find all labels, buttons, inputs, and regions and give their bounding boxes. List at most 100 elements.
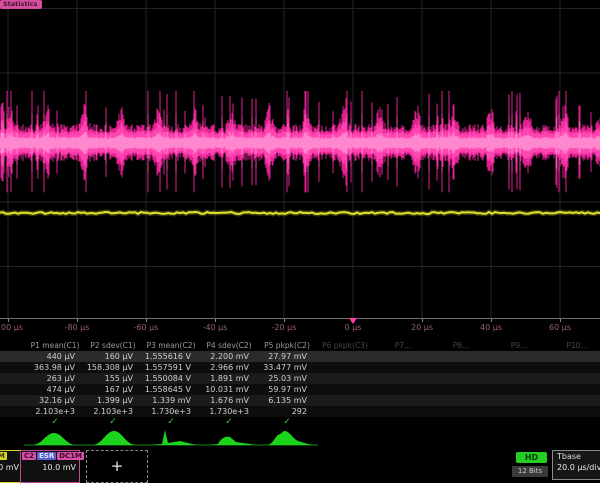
measurement-cell xyxy=(316,351,374,362)
measurement-cell: 1.730e+3 xyxy=(142,406,200,417)
parameter-header[interactable]: P2 sdev(C1) xyxy=(84,340,142,351)
trace-label-badge: Statistics xyxy=(0,0,42,9)
axis-tick xyxy=(8,319,9,322)
time-axis-label: -40 µs xyxy=(203,323,228,332)
measurement-cell xyxy=(490,384,548,395)
measurement-cell xyxy=(432,384,490,395)
measurement-row: 363.98 µV158.308 µV1.557591 V2.966 mV33.… xyxy=(0,362,600,373)
measurement-cell: 2.200 mV xyxy=(200,351,258,362)
measurement-cell: 1.339 mV xyxy=(142,395,200,406)
add-trace-button[interactable]: + xyxy=(86,450,148,483)
hd-bits-label: 12 Bits xyxy=(512,466,548,477)
measurement-cell xyxy=(374,351,432,362)
measurement-cell xyxy=(490,373,548,384)
measurement-cell: 474 µV xyxy=(26,384,84,395)
measurement-cell: 2.966 mV xyxy=(200,362,258,373)
measurement-cell xyxy=(490,406,548,417)
measurement-table: P1 mean(C1)P2 sdev(C1)P3 mean(C2)P4 sdev… xyxy=(0,340,600,428)
axis-tick xyxy=(146,319,147,322)
axis-tick xyxy=(491,319,492,322)
time-axis-label: -20 µs xyxy=(272,323,297,332)
measurement-cell xyxy=(548,351,600,362)
parameter-header[interactable]: P5 pkpk(C2) xyxy=(258,340,316,351)
measurement-cell: 2.103e+3 xyxy=(26,406,84,417)
measurement-cell xyxy=(548,362,600,373)
measurement-cell xyxy=(548,373,600,384)
measurement-row: 2.103e+32.103e+31.730e+31.730e+3292 xyxy=(0,406,600,417)
oscilloscope-screen: { "trace_label": { "text": "Statistics",… xyxy=(0,0,600,480)
measurement-cell: 292 xyxy=(258,406,316,417)
parameter-header[interactable]: P8... xyxy=(432,340,490,351)
axis-tick xyxy=(284,319,285,322)
time-axis-label: 0 µs xyxy=(345,323,362,332)
waveform-grid xyxy=(0,0,600,318)
measurement-cell: 1.557591 V xyxy=(142,362,200,373)
measurement-cell: 25.03 mV xyxy=(258,373,316,384)
measurement-cell: 155 µV xyxy=(84,373,142,384)
measurement-cell xyxy=(432,395,490,406)
measurement-cell xyxy=(374,395,432,406)
channel-c2-descriptor[interactable]: C2 ESR DC1M 10.0 mV xyxy=(20,450,80,483)
c2-esr-badge: ESR xyxy=(37,452,56,460)
measurement-cell: 1.550084 V xyxy=(142,373,200,384)
time-axis-label: 20 µs xyxy=(411,323,433,332)
status-check-icon: ✓ xyxy=(142,417,200,428)
measurement-cell: 1.676 mV xyxy=(200,395,258,406)
measurement-cell xyxy=(490,362,548,373)
measurement-cell xyxy=(374,362,432,373)
measurement-cell: 158.308 µV xyxy=(84,362,142,373)
c2-coupling-badge: DC1M xyxy=(57,452,84,460)
time-axis: -100 µs-80 µs-60 µs-40 µs-20 µs0 µs20 µs… xyxy=(0,318,600,335)
measurement-cell xyxy=(374,384,432,395)
parameter-header[interactable]: P9... xyxy=(490,340,548,351)
measurement-row: 440 µV160 µV1.555616 V2.200 mV27.97 mV xyxy=(0,351,600,362)
measurement-cell: 1.891 mV xyxy=(200,373,258,384)
measurement-cell xyxy=(432,362,490,373)
measurement-cell: 1.558645 V xyxy=(142,384,200,395)
status-check-icon: ✓ xyxy=(84,417,142,428)
status-check-icon: ✓ xyxy=(200,417,258,428)
measurement-cell: 32.16 µV xyxy=(26,395,84,406)
parameter-header[interactable]: P10... xyxy=(548,340,600,351)
axis-tick xyxy=(422,319,423,322)
measurement-cell xyxy=(432,351,490,362)
measurement-cell xyxy=(548,406,600,417)
measurement-row: 263 µV155 µV1.550084 V1.891 mV25.03 mV xyxy=(0,373,600,384)
parameter-header[interactable]: P6 pkpk(C3) xyxy=(316,340,374,351)
axis-tick xyxy=(560,319,561,322)
measurement-cell: 263 µV xyxy=(26,373,84,384)
timebase-label: Tbase xyxy=(553,451,600,461)
trigger-position-marker[interactable] xyxy=(349,318,357,324)
timebase-descriptor[interactable]: Tbase 20.0 µs/div xyxy=(552,450,600,480)
measurement-row: 32.16 µV1.399 µV1.339 mV1.676 mV6.135 mV xyxy=(0,395,600,406)
parameter-histicons xyxy=(22,428,322,447)
measurement-cell xyxy=(490,395,548,406)
measurement-cell: 33.477 mV xyxy=(258,362,316,373)
measurement-cell xyxy=(432,406,490,417)
time-axis-label: -80 µs xyxy=(65,323,90,332)
measurement-cell xyxy=(548,395,600,406)
measurement-cell: 1.399 µV xyxy=(84,395,142,406)
hd-mode-badge[interactable]: HD xyxy=(516,452,547,463)
parameter-header[interactable]: P4 sdev(C2) xyxy=(200,340,258,351)
measurement-cell xyxy=(374,406,432,417)
measurement-cell: 440 µV xyxy=(26,351,84,362)
measurement-row: 474 µV167 µV1.558645 V10.031 mV59.97 mV xyxy=(0,384,600,395)
measurement-cell xyxy=(316,395,374,406)
parameter-header[interactable]: P7... xyxy=(374,340,432,351)
measurement-cell xyxy=(316,406,374,417)
measurement-cell xyxy=(316,373,374,384)
parameter-header[interactable]: P3 mean(C2) xyxy=(142,340,200,351)
measurement-cell: 167 µV xyxy=(84,384,142,395)
measurement-cell xyxy=(490,351,548,362)
axis-tick xyxy=(77,319,78,322)
measurement-cell xyxy=(316,384,374,395)
c1-scale-value: 20.0 mV xyxy=(0,460,22,472)
measurement-cell: 363.98 µV xyxy=(26,362,84,373)
parameter-header[interactable]: P1 mean(C1) xyxy=(26,340,84,351)
measurement-row: P1 mean(C1)P2 sdev(C1)P3 mean(C2)P4 sdev… xyxy=(0,340,600,351)
measurement-cell: 10.031 mV xyxy=(200,384,258,395)
time-axis-label: 60 µs xyxy=(549,323,571,332)
c2-scale-value: 10.0 mV xyxy=(21,460,79,472)
time-axis-label: -100 µs xyxy=(0,323,23,332)
